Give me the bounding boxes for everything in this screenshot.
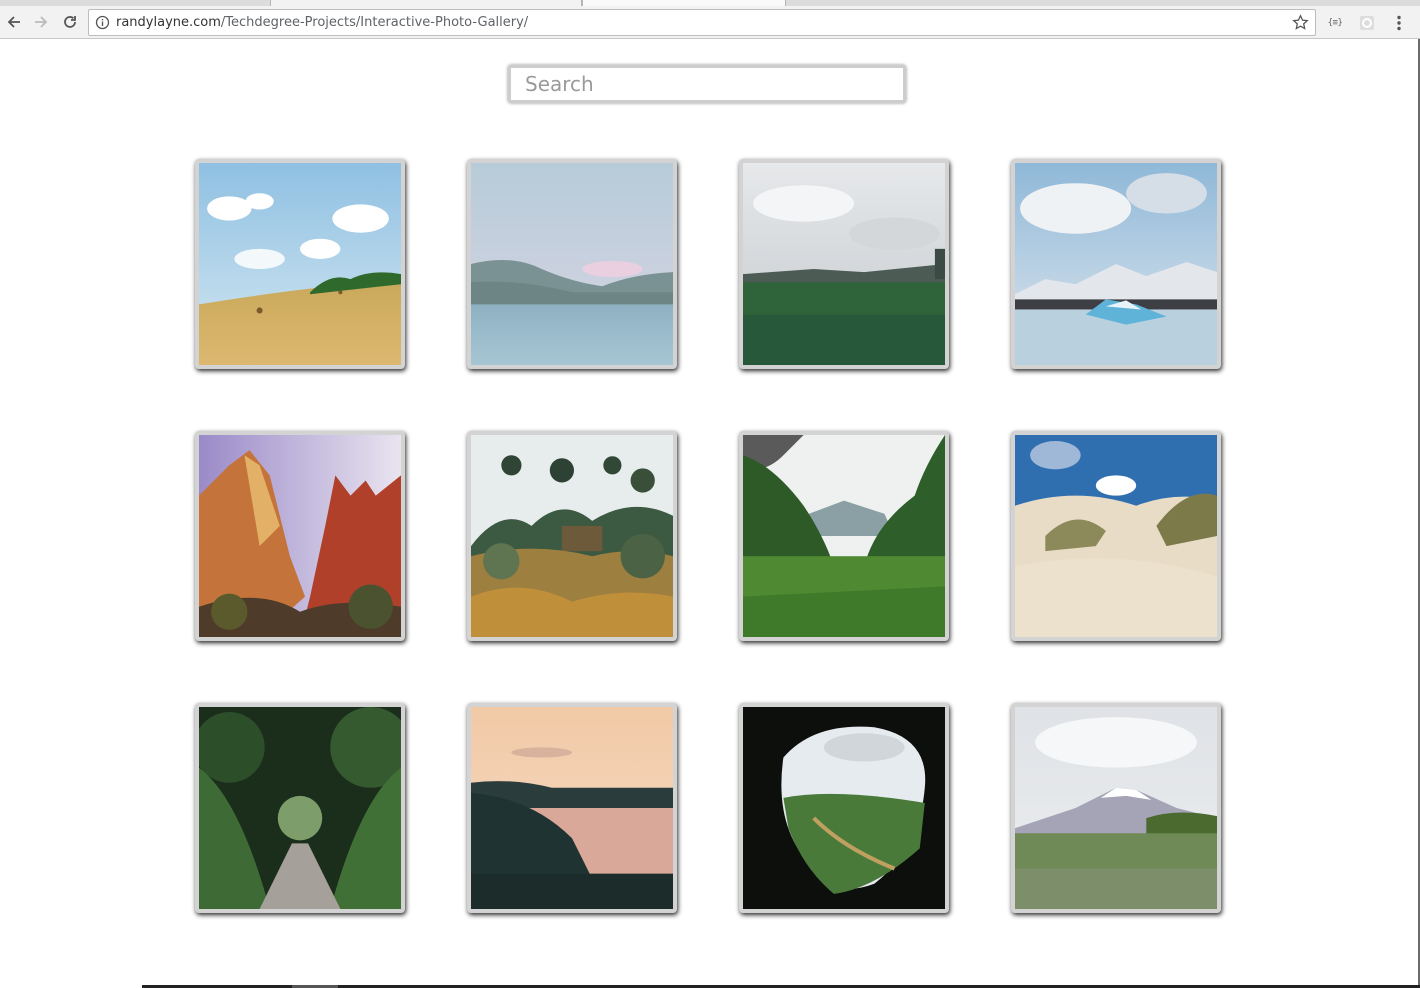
- json-viewer-extension[interactable]: {≡}: [1324, 12, 1346, 34]
- gallery-item-11[interactable]: [739, 703, 949, 913]
- sand-dunes-photo: [1015, 435, 1217, 637]
- arrow-left-icon: [7, 16, 20, 28]
- gallery-item-1[interactable]: [195, 159, 405, 369]
- photo-gallery: [195, 159, 1221, 913]
- browser-toolbar: randylayne.com/Techdegree-Projects/Inter…: [0, 6, 1420, 39]
- gallery-item-6[interactable]: [467, 431, 677, 641]
- gallery-item-12[interactable]: [1011, 703, 1221, 913]
- hay-field-photo: [199, 163, 401, 365]
- json-extension-label: {≡}: [1327, 18, 1343, 28]
- info-icon[interactable]: [95, 15, 110, 30]
- reload-icon: [64, 16, 76, 28]
- jungle-valley-photo: [743, 435, 945, 637]
- search-box: [508, 65, 906, 103]
- gear-icon: [1360, 16, 1374, 30]
- gallery-item-7[interactable]: [739, 431, 949, 641]
- red-canyon-photo: [199, 435, 401, 637]
- url-domain: randylayne.com: [116, 15, 221, 30]
- url-text[interactable]: randylayne.com/Techdegree-Projects/Inter…: [116, 15, 528, 31]
- gallery-item-2[interactable]: [467, 159, 677, 369]
- back-button[interactable]: [2, 10, 26, 34]
- cave-view-photo: [743, 707, 945, 909]
- search-input[interactable]: [511, 68, 903, 100]
- green-meadow-photo: [743, 163, 945, 365]
- glacier-lagoon-photo: [1015, 163, 1217, 365]
- url-path: /Techdegree-Projects/Interactive-Photo-G…: [220, 15, 529, 30]
- kebab-menu-icon: [1397, 15, 1401, 31]
- garden-trees-photo: [471, 435, 673, 637]
- extension-button[interactable]: [1356, 12, 1378, 34]
- tree-tunnel-path-photo: [199, 707, 401, 909]
- reload-button[interactable]: [58, 10, 82, 34]
- gallery-item-10[interactable]: [467, 703, 677, 913]
- browser-menu-button[interactable]: [1388, 12, 1410, 34]
- gallery-item-3[interactable]: [739, 159, 949, 369]
- address-bar[interactable]: randylayne.com/Techdegree-Projects/Inter…: [88, 9, 1316, 36]
- arrow-right-icon: [35, 16, 48, 28]
- sunset-coast-photo: [471, 707, 673, 909]
- gallery-item-9[interactable]: [195, 703, 405, 913]
- snowy-mountain-field-photo: [1015, 707, 1217, 909]
- forward-button[interactable]: [29, 10, 53, 34]
- gallery-item-4[interactable]: [1011, 159, 1221, 369]
- gallery-item-8[interactable]: [1011, 431, 1221, 641]
- gallery-item-5[interactable]: [195, 431, 405, 641]
- mountain-lake-photo: [471, 163, 673, 365]
- bookmark-star-icon[interactable]: [1292, 14, 1309, 31]
